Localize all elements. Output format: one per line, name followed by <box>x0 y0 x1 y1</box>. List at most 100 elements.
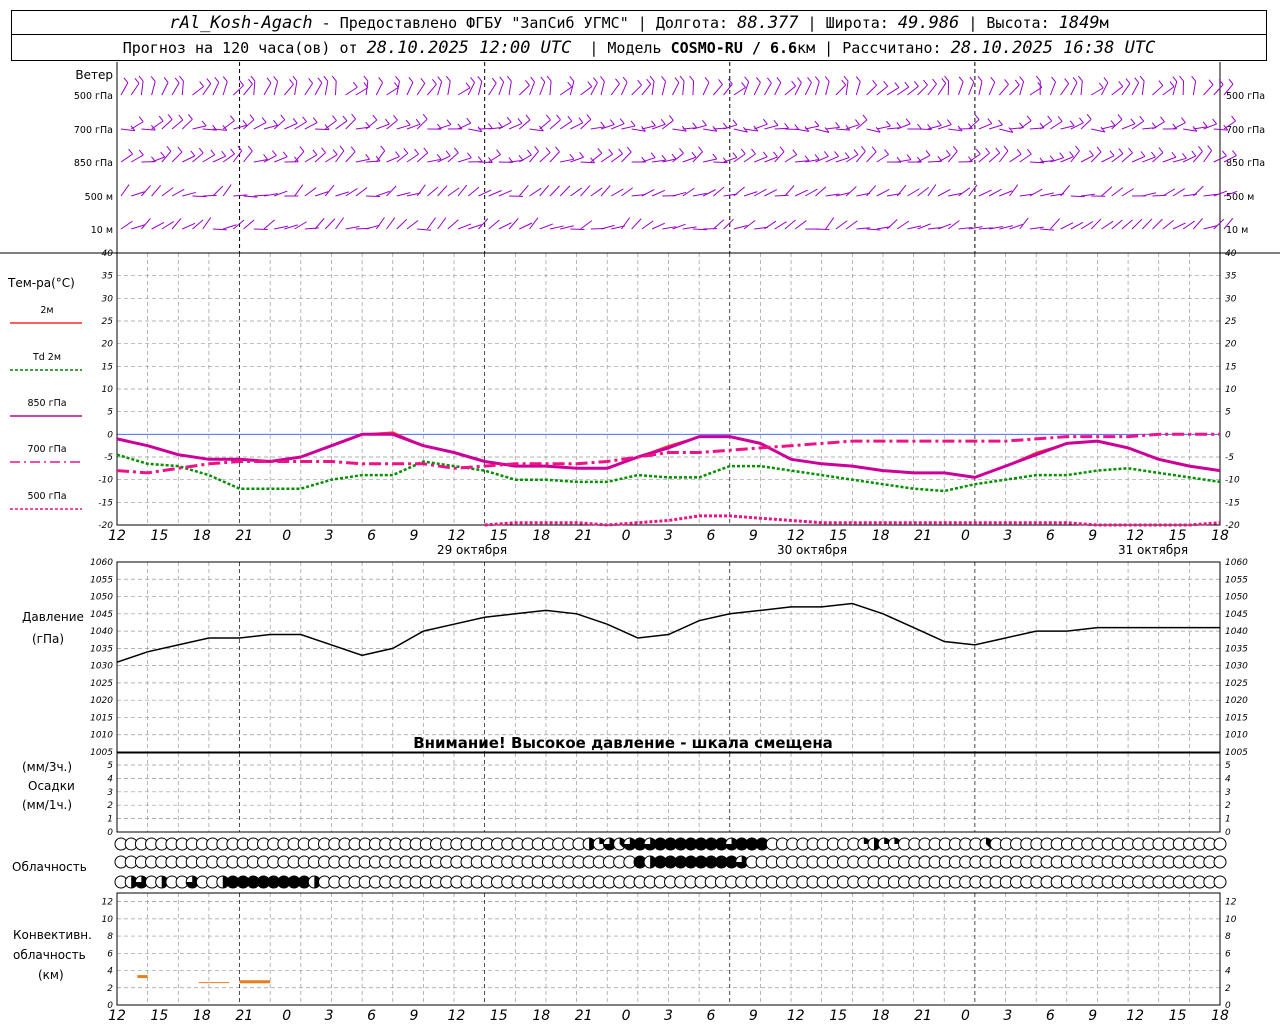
wind-barb <box>713 219 725 230</box>
wind-barb <box>569 153 575 160</box>
wind-barb <box>498 122 503 128</box>
wind-barb <box>872 79 878 86</box>
wind-barb <box>280 114 286 121</box>
cloud-symbol <box>1213 875 1227 889</box>
temp-tick-label: 20 <box>102 340 114 350</box>
wind-barb <box>1152 218 1163 230</box>
wind-barb <box>698 146 703 153</box>
wind-barb <box>1111 86 1124 96</box>
temp-tick-label: -15 <box>1225 498 1240 508</box>
wind-barb <box>1131 218 1143 230</box>
wind-barb <box>988 152 1001 163</box>
wind-barb <box>426 217 436 230</box>
wind-barb <box>1078 117 1084 124</box>
wind-barb <box>273 119 286 130</box>
wind-barb <box>222 81 228 96</box>
wind-barb <box>232 150 243 163</box>
wind-barb <box>1118 81 1124 87</box>
wind-barb <box>188 114 193 120</box>
wind-barb <box>1171 151 1177 158</box>
temp-series-line <box>116 432 1220 475</box>
wind-barb <box>1109 150 1115 157</box>
wind-barb <box>620 82 628 96</box>
wind-barb <box>263 219 275 230</box>
wind-barb <box>447 81 451 96</box>
temp-tick-label: 5 <box>107 408 113 418</box>
wind-barb <box>794 82 802 96</box>
wind-barb <box>1050 218 1061 230</box>
wind-barb <box>969 76 975 83</box>
wind-barb <box>650 152 656 159</box>
pressure-tick-label: 1010 <box>1225 731 1248 741</box>
wind-barb <box>161 119 173 130</box>
wind-barb <box>691 151 697 158</box>
pressure-tick-label: 1050 <box>90 593 113 603</box>
wind-barb <box>141 218 151 230</box>
wind-barb <box>946 119 952 125</box>
pressure-tick-label: 1005 <box>1225 748 1248 758</box>
wind-barb <box>1019 153 1032 163</box>
wind-barb <box>466 117 472 124</box>
wind-barb <box>1118 148 1124 154</box>
wind-barb <box>314 218 325 230</box>
cloud-title: Облачность <box>12 860 87 874</box>
wind-barb <box>835 128 850 131</box>
wind-barb <box>1222 150 1227 157</box>
wind-barb <box>253 81 256 96</box>
pressure-tick-label: 1045 <box>90 610 113 620</box>
wind-barb <box>530 76 535 83</box>
wind-barb <box>1212 118 1218 125</box>
wind-title: Ветер <box>75 68 113 82</box>
legend-label: Td 2м <box>32 352 61 363</box>
wind-barb <box>784 219 796 230</box>
wind-barb <box>661 76 666 82</box>
wind-barb <box>894 82 900 88</box>
wind-barb <box>1181 117 1186 124</box>
wind-barb <box>1098 82 1104 89</box>
wind-barb <box>641 83 652 96</box>
wind-barb <box>952 145 958 152</box>
wind-barb <box>1228 78 1234 85</box>
wind-barb <box>1192 218 1203 230</box>
conv-bars <box>137 975 271 984</box>
wind-barb <box>1111 219 1123 230</box>
wind-barb <box>866 151 877 163</box>
hour-label: 21 <box>575 528 593 544</box>
precip-tick-label: 3 <box>107 788 113 798</box>
wind-barb <box>923 79 928 86</box>
wind-barb <box>776 77 782 83</box>
conv-tick-label: 2 <box>1225 984 1231 994</box>
wind-barb <box>626 146 632 153</box>
wind-barb <box>406 153 419 163</box>
conv-grid: 0 02 24 46 68 810 1012 12 <box>102 892 1237 1011</box>
wind-barb <box>906 154 912 160</box>
wind-barb <box>540 76 546 83</box>
wind-barb <box>1060 222 1074 230</box>
wind-barb <box>1014 79 1020 86</box>
temp-tick-label: 15 <box>1225 362 1237 372</box>
wind-barb <box>784 154 798 163</box>
precip-tick-label: 5 <box>107 761 113 771</box>
wind-barb <box>161 82 169 96</box>
wind-barb <box>855 150 866 163</box>
temp-tick-label: 40 <box>1225 249 1237 259</box>
wind-barb <box>250 75 256 82</box>
wind-barb <box>230 148 235 155</box>
temp-grid: -20 -20-15 -15-10 -10-5 -50 05 510 1015 1520 2025… <box>98 249 1240 531</box>
precip-tick-label: 5 <box>1225 761 1231 771</box>
conv-tick-label: 6 <box>107 949 113 959</box>
wind-barb <box>1050 120 1063 130</box>
hour-label: 0 <box>961 528 970 544</box>
hour-label: 12 <box>108 1008 126 1024</box>
temp-tick-label: 30 <box>102 294 114 304</box>
wind-barb <box>886 120 891 127</box>
wind-barb <box>995 147 1001 154</box>
wind-barb <box>692 80 695 96</box>
wind-barb <box>534 145 539 152</box>
wind-barb <box>518 155 524 161</box>
wind-barb <box>876 154 889 163</box>
wind-barb <box>1191 150 1197 157</box>
wind-barb <box>151 120 164 130</box>
wind-barb <box>527 149 532 156</box>
wind-barb <box>773 151 778 158</box>
